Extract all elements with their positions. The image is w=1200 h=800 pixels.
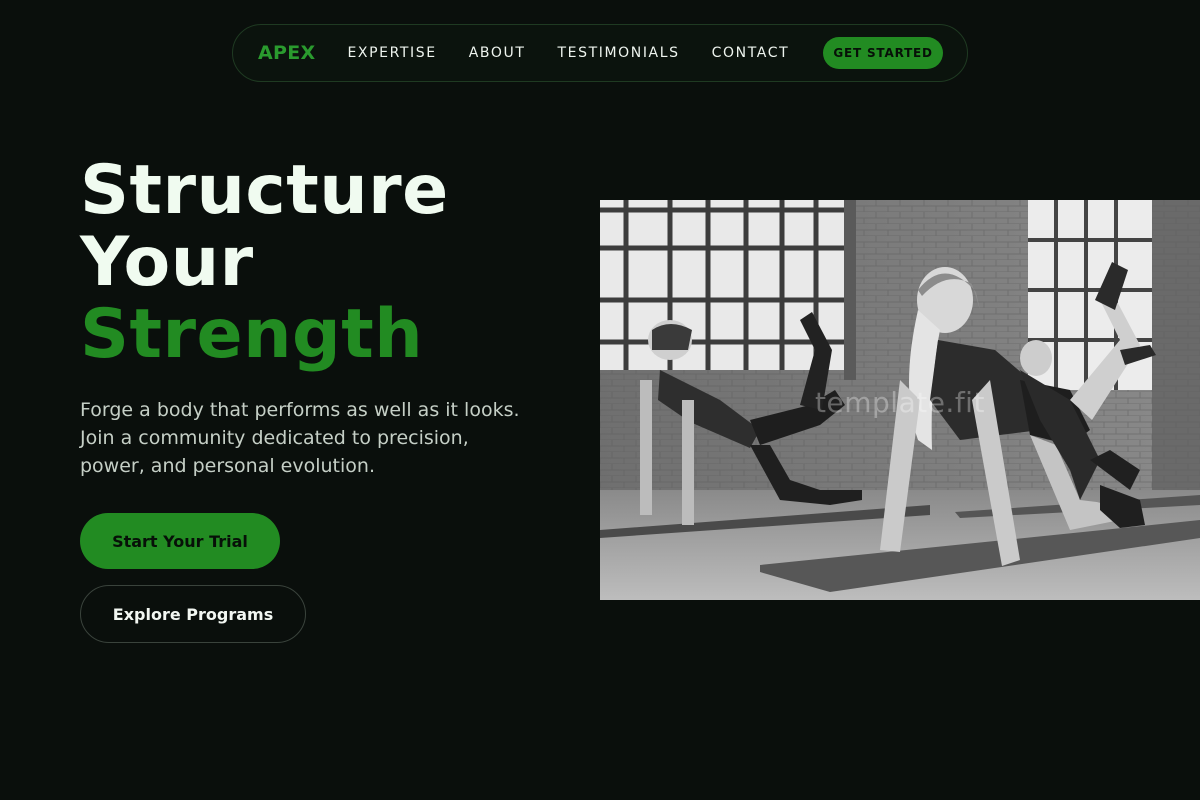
brand-logo[interactable]: APEX: [258, 42, 315, 64]
nav-link-expertise[interactable]: EXPERTISE: [347, 45, 436, 61]
hero-photo: template.fit: [600, 200, 1200, 600]
hero-subtitle: Forge a body that performs as well as it…: [80, 399, 520, 477]
start-trial-button[interactable]: Start Your Trial: [80, 513, 280, 569]
top-navigation: APEX EXPERTISE ABOUT TESTIMONIALS CONTAC…: [232, 24, 968, 82]
explore-programs-button[interactable]: Explore Programs: [80, 585, 306, 643]
nav-link-about[interactable]: ABOUT: [469, 45, 526, 61]
hero-title-line-2: Your: [80, 223, 254, 302]
image-watermark: template.fit: [815, 386, 985, 419]
hero-title: Structure Your Strength: [80, 155, 449, 371]
hero-title-line-1: Structure: [80, 151, 449, 230]
nav-link-testimonials[interactable]: TESTIMONIALS: [557, 45, 679, 61]
hero-title-line-3: Strength: [80, 295, 424, 374]
nav-link-contact[interactable]: CONTACT: [712, 45, 790, 61]
get-started-button[interactable]: GET STARTED: [823, 37, 943, 69]
